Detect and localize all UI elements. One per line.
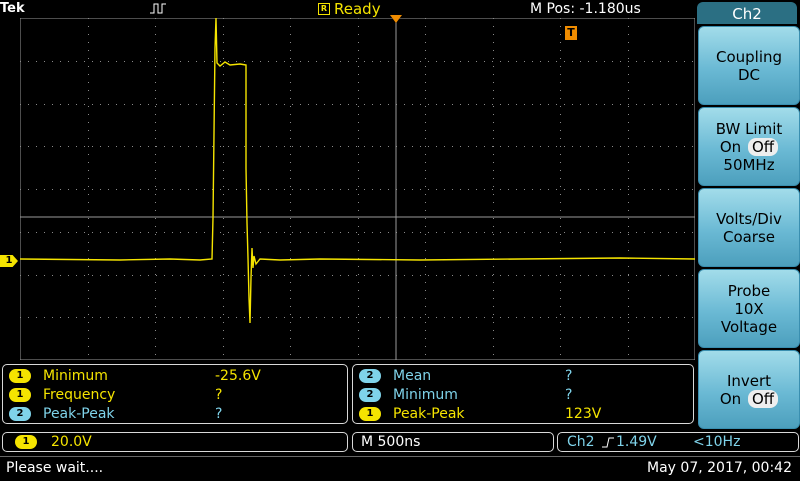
coupling-label: Coupling [715,47,783,66]
invert-on-label: On [719,389,742,408]
measurement-row: 2 Peak-Peak [9,405,115,423]
menu-title: Ch2 [697,2,797,24]
ch1-badge: 1 [359,407,381,421]
measurement-value: 123V [565,406,602,422]
measurement-row: 2 Mean [359,367,431,385]
measurements-left: 1 Minimum -25.6V 1 Frequency ? 2 Peak-Pe… [2,364,348,424]
measurement-name: Minimum [43,368,108,384]
bw-off-toggle: Off [747,137,779,156]
invert-label: Invert [726,371,772,390]
timebase-value: M 500ns [361,434,421,450]
ch1-ground-marker[interactable]: 1 [0,255,18,267]
message-bar: Please wait.... May 07, 2017, 00:42 [0,456,800,481]
measurement-row: 1 Minimum [9,367,108,385]
status-message: Please wait.... [6,460,104,476]
invert-button[interactable]: Invert On Off [698,350,800,429]
coupling-value: DC [737,65,761,84]
ch1-badge: 1 [15,435,37,449]
probe-type: Voltage [720,317,778,336]
coupling-button[interactable]: Coupling DC [698,26,800,105]
status-icon: R [318,3,330,15]
trigger-box[interactable]: Ch2 1.49V <10Hz [557,432,799,452]
trigger-level: 1.49V [616,434,657,450]
bw-frequency: 50MHz [723,155,775,174]
measurement-value: ? [215,406,223,422]
horizontal-position: M Pos: -1.180us [530,1,641,17]
measurement-name: Peak-Peak [393,406,465,422]
status-text: Ready [334,0,381,18]
measurement-name: Peak-Peak [43,406,115,422]
date-time: May 07, 2017, 00:42 [647,460,792,476]
trigger-source: Ch2 [567,434,595,450]
bw-on-label: On [719,137,742,156]
timebase-box[interactable]: M 500ns [352,432,554,452]
probe-attenuation: 10X [734,299,764,318]
volts-div-value: Coarse [722,227,776,246]
measurement-value: -25.6V [215,368,261,384]
ch1-volts-div: 20.0V [51,434,92,450]
probe-label: Probe [727,281,771,300]
bw-limit-label: BW Limit [715,119,783,138]
measurement-value: ? [565,387,573,403]
scope-display [20,18,695,360]
ch2-badge: 2 [9,407,31,421]
rising-edge-icon [602,437,614,448]
measurement-name: Minimum [393,387,458,403]
top-bar: Tek R Ready M Pos: -1.180us [0,0,695,18]
measurement-value: ? [215,387,223,403]
measurements-right: 2 Mean ? 2 Minimum ? 1 Peak-Peak 123V [352,364,694,424]
trigger-position-marker[interactable] [390,15,402,23]
trigger-edge-icon [150,3,166,14]
probe-button[interactable]: Probe 10X Voltage [698,269,800,348]
ch1-badge: 1 [9,369,31,383]
trigger-frequency: <10Hz [693,434,741,450]
volts-div-button[interactable]: Volts/Div Coarse [698,188,800,267]
measurement-name: Mean [393,368,432,384]
brand-logo: Tek [0,1,25,16]
volts-div-label: Volts/Div [716,209,782,228]
bw-limit-button[interactable]: BW Limit On Off 50MHz [698,107,800,186]
invert-off-toggle: Off [747,389,779,408]
measurement-row: 1 Peak-Peak [359,405,465,423]
measurement-name: Frequency [43,387,116,403]
measurement-row: 2 Minimum [359,386,458,404]
measurement-value: ? [565,368,573,384]
ch2-badge: 2 [359,369,381,383]
ch2-badge: 2 [359,388,381,402]
measurement-row: 1 Frequency [9,386,115,404]
acquisition-status: R Ready [318,0,381,18]
trigger-point-marker[interactable]: T [565,26,577,40]
ch1-badge: 1 [9,388,31,402]
ch1-scale-box[interactable]: 1 20.0V [2,432,348,452]
